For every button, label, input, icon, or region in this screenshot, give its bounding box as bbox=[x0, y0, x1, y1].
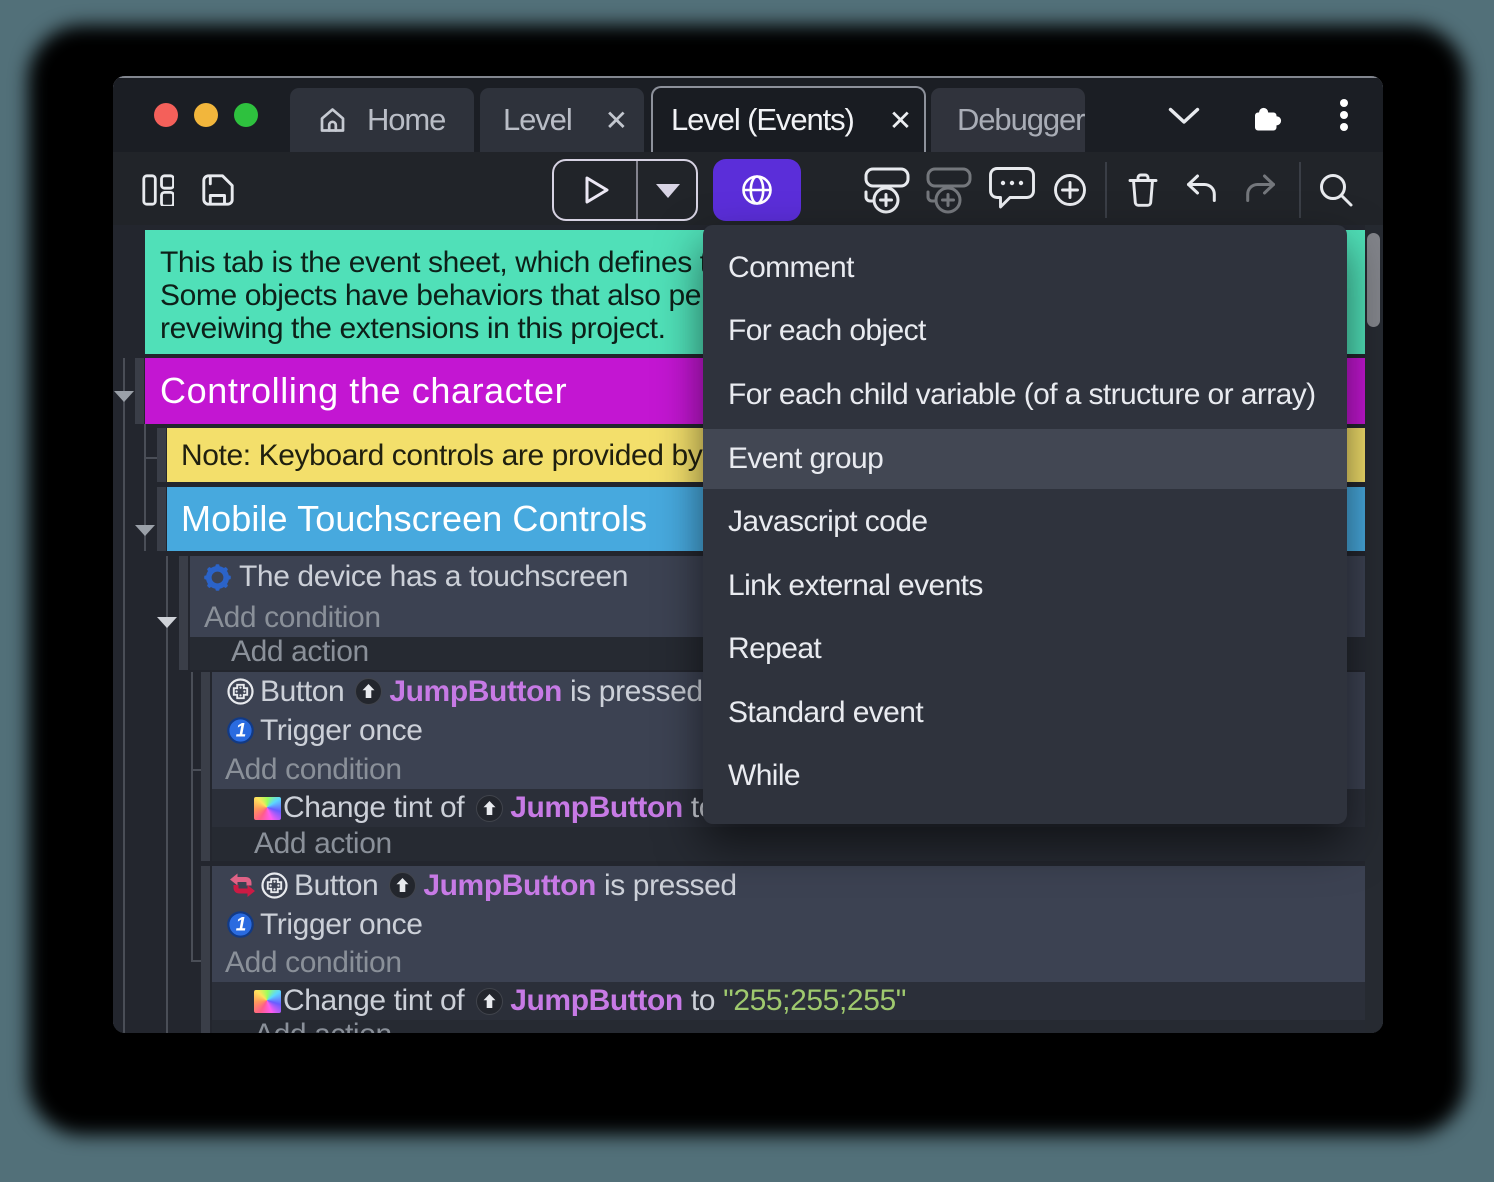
svg-text:1: 1 bbox=[236, 721, 247, 742]
svg-text:1: 1 bbox=[236, 915, 247, 936]
